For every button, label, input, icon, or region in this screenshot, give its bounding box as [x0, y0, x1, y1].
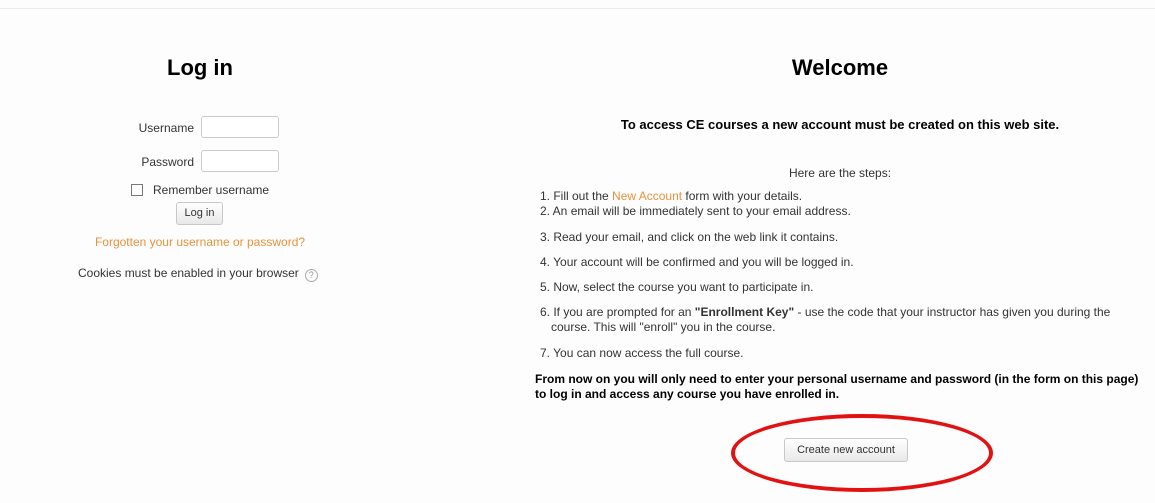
step-5: 5. Now, select the course you want to pa…	[540, 280, 814, 294]
login-title: Log in	[167, 55, 233, 80]
cookies-note-text: Cookies must be enabled in your browser	[78, 266, 299, 280]
step-6-line-2: course. This will "enroll" you in the co…	[551, 320, 776, 334]
forgot-password-link[interactable]: Forgotten your username or password?	[40, 235, 360, 249]
password-input[interactable]	[201, 150, 279, 172]
remember-username-row[interactable]: Remember username	[131, 183, 269, 197]
step-2: 2. An email will be immediately sent to …	[540, 204, 851, 218]
step-7: 7. You can now access the full course.	[540, 346, 744, 360]
enrollment-key-term: "Enrollment Key"	[694, 305, 795, 319]
step-4: 4. Your account will be confirmed and yo…	[540, 255, 854, 269]
new-account-link[interactable]: New Account	[612, 189, 682, 203]
step-6: 6. If you are prompted for an "Enrollmen…	[540, 305, 1140, 335]
remember-username-label: Remember username	[153, 183, 270, 197]
login-button[interactable]: Log in	[176, 202, 223, 225]
help-circle-icon[interactable]: ?	[304, 269, 318, 282]
cookies-note: Cookies must be enabled in your browser?	[78, 266, 318, 282]
password-row: Password	[40, 150, 420, 174]
username-label: Username	[138, 121, 194, 135]
final-note-line-1: From now on you will only need to enter …	[535, 372, 1139, 386]
username-input[interactable]	[201, 116, 279, 138]
welcome-subtitle: To access CE courses a new account must …	[620, 117, 1060, 132]
step-6-text-before: 6. If you are prompted for an	[540, 305, 695, 319]
top-divider	[0, 8, 1155, 9]
step-6-text-after: - use the code that your instructor has …	[794, 305, 1111, 319]
password-label: Password	[141, 155, 194, 169]
step-1-text-before: 1. Fill out the	[540, 189, 613, 203]
step-1-text-after: form with your details.	[682, 189, 803, 203]
final-note: From now on you will only need to enter …	[535, 372, 1155, 402]
username-row: Username	[40, 116, 420, 140]
steps-intro: Here are the steps:	[788, 166, 892, 180]
welcome-title: Welcome	[791, 55, 889, 80]
step-3: 3. Read your email, and click on the web…	[540, 230, 839, 244]
remember-username-checkbox[interactable]	[131, 184, 143, 196]
final-note-line-2: to log in and access any course you have…	[535, 387, 840, 401]
step-1: 1. Fill out the New Account form with yo…	[540, 189, 1140, 204]
highlight-circle-annotation	[731, 414, 993, 492]
